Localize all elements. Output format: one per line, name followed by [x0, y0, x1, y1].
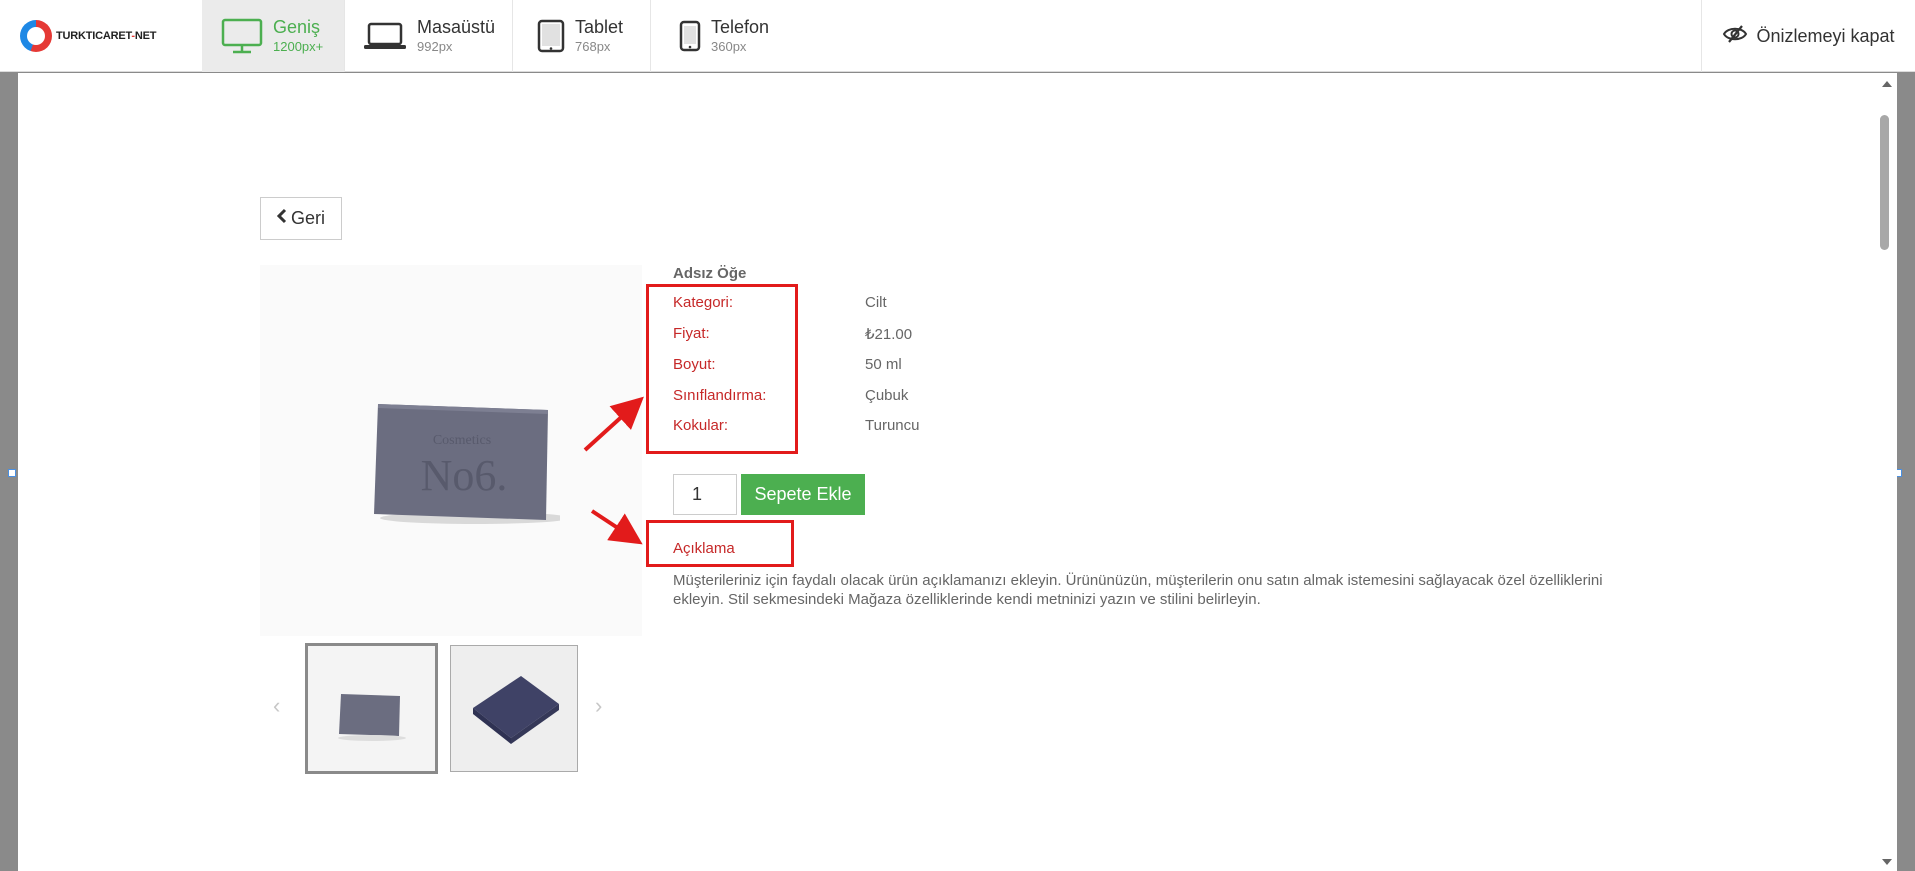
- attribute-value: Turuncu: [865, 417, 920, 434]
- attribute-value: ₺21.00: [865, 326, 913, 343]
- close-preview-button[interactable]: Önizlemeyi kapat: [1701, 0, 1915, 72]
- annotation-box-description: [646, 520, 794, 567]
- device-name: Geniş: [273, 16, 321, 37]
- tablet-icon: [537, 19, 565, 53]
- scroll-down-arrow-icon[interactable]: [1882, 859, 1892, 865]
- svg-text:Cosmetics: Cosmetics: [433, 433, 491, 448]
- chevron-left-icon: [276, 208, 287, 229]
- eye-slash-icon: [1722, 24, 1748, 49]
- laptop-icon: [363, 21, 407, 51]
- close-preview-label: Önizlemeyi kapat: [1756, 25, 1895, 46]
- device-size: 1200px+: [273, 38, 324, 54]
- back-label: Geri: [290, 208, 325, 228]
- attribute-value: 50 ml: [865, 356, 902, 373]
- device-tab-desktop[interactable]: Masaüstü 992px: [345, 0, 513, 72]
- device-name: Telefon: [711, 16, 770, 37]
- device-tab-phone[interactable]: Telefon 360px: [651, 0, 791, 72]
- thumb-prev-arrow[interactable]: ‹: [273, 693, 280, 719]
- device-name: Tablet: [575, 16, 624, 37]
- thumbnail-1[interactable]: [305, 643, 438, 774]
- soap-thumb-image: [451, 646, 577, 771]
- preview-canvas: Geri Cosmetics No6. ‹ › Adsız Öğe Katego…: [18, 73, 1877, 871]
- device-tab-tablet[interactable]: Tablet 768px: [513, 0, 651, 72]
- vertical-scrollbar[interactable]: [1877, 73, 1897, 871]
- resize-handle-left[interactable]: [8, 469, 16, 477]
- device-tab-wide[interactable]: Geniş 1200px+: [202, 0, 345, 72]
- device-size: 992px: [417, 38, 453, 54]
- quantity-input[interactable]: 1: [673, 474, 737, 515]
- logo[interactable]: TURKTICARET-NET: [20, 19, 157, 53]
- scroll-up-arrow-icon[interactable]: [1882, 81, 1892, 87]
- device-size: 768px: [575, 38, 611, 54]
- attribute-value: Cilt: [865, 294, 887, 311]
- soap-image: Cosmetics No6.: [374, 404, 560, 524]
- back-button[interactable]: Geri: [260, 197, 342, 240]
- add-to-cart-button[interactable]: Sepete Ekle: [741, 474, 865, 515]
- thumbnail-2[interactable]: [450, 645, 578, 772]
- soap-thumb-image: [308, 646, 435, 771]
- product-title: Adsız Öğe: [673, 265, 747, 282]
- logo-mark-icon: [20, 20, 52, 52]
- annotation-box-attributes: [646, 284, 798, 454]
- svg-text:No6.: No6.: [421, 451, 508, 500]
- description-text: Müşterileriniz için faydalı olacak ürün …: [673, 572, 1603, 608]
- device-name: Masaüstü: [417, 16, 496, 37]
- preview-toolbar: TURKTICARET-NET Geniş 1200px+ Masaüstü 992…: [0, 0, 1915, 72]
- monitor-icon: [221, 18, 263, 54]
- scroll-thumb[interactable]: [1880, 115, 1889, 250]
- thumb-next-arrow[interactable]: ›: [595, 693, 602, 719]
- product-main-image[interactable]: Cosmetics No6.: [260, 265, 642, 636]
- device-size: 360px: [711, 38, 747, 54]
- phone-icon: [679, 20, 701, 52]
- attribute-value: Çubuk: [865, 387, 909, 404]
- logo-text: TURKTICARET-NET: [56, 30, 157, 42]
